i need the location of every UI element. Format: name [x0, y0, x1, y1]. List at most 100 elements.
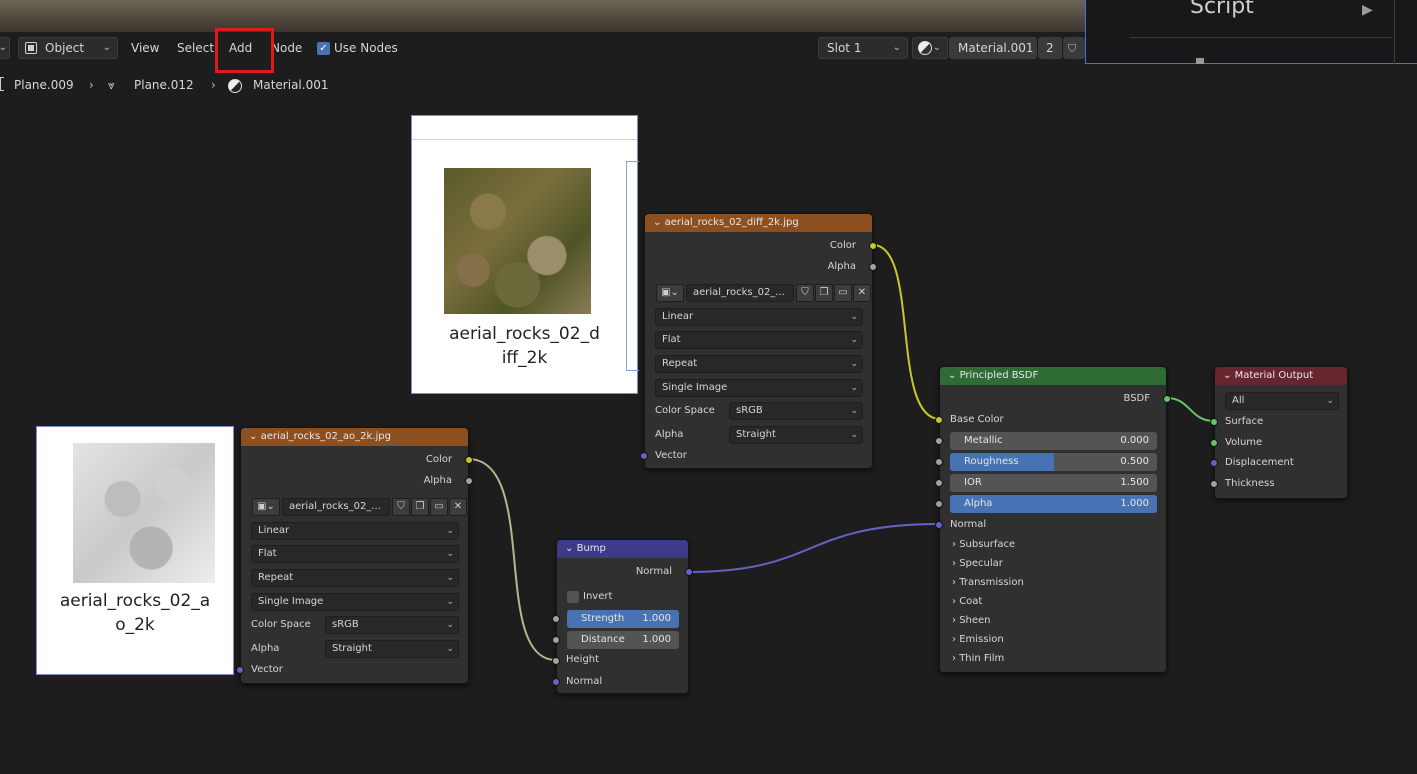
node-header[interactable]: ⌄ Bump	[557, 540, 688, 558]
output-color-socket[interactable]	[465, 456, 473, 464]
panel-coat[interactable]: › Coat	[952, 596, 982, 607]
input-height-socket[interactable]	[552, 657, 560, 665]
duplicate-icon[interactable]: ❐	[815, 284, 833, 302]
extension-dropdown[interactable]: Repeat ⌄	[655, 355, 863, 373]
bump-node[interactable]: ⌄ Bump Normal Invert Strength 1.000 Dist…	[552, 539, 693, 694]
close-icon[interactable]: ✕	[853, 284, 871, 302]
input-alpha-socket[interactable]	[935, 500, 943, 508]
projection-dropdown[interactable]: Flat ⌄	[251, 545, 459, 563]
principled-bsdf-node[interactable]: ⌄ Principled BSDF BSDF Base Color Metall…	[935, 366, 1171, 673]
input-normal-label: Normal	[950, 519, 987, 530]
node-header[interactable]: ⌄ aerial_rocks_02_diff_2k.jpg	[645, 214, 872, 232]
input-roughness-socket[interactable]	[935, 458, 943, 466]
link-ao-color-to-height	[467, 458, 557, 661]
image-name-field[interactable]: aerial_rocks_02_...	[282, 498, 390, 516]
duplicate-icon[interactable]: ❐	[411, 498, 429, 516]
image-browse-button[interactable]: ▣⌄	[252, 498, 280, 516]
alpha-label: Alpha	[964, 498, 993, 509]
input-metallic-socket[interactable]	[935, 437, 943, 445]
chevron-down-icon[interactable]: ⌄	[948, 370, 956, 381]
panel-label: Subsurface	[959, 539, 1016, 550]
target-dropdown[interactable]: All ⌄	[1225, 392, 1339, 410]
input-volume-socket[interactable]	[1210, 439, 1218, 447]
output-alpha-socket[interactable]	[869, 263, 877, 271]
source-dropdown[interactable]: Single Image ⌄	[655, 379, 863, 397]
input-surface-socket[interactable]	[1210, 418, 1218, 426]
input-base-color-socket[interactable]	[935, 416, 943, 424]
node-header[interactable]: ⌄ Principled BSDF	[940, 367, 1166, 385]
chevron-down-icon: ⌄	[850, 359, 858, 369]
strength-slider[interactable]: Strength 1.000	[567, 610, 679, 628]
node-title: aerial_rocks_02_diff_2k.jpg	[664, 217, 799, 228]
material-output-node[interactable]: ⌄ Material Output All ⌄ Surface Volume Di…	[1210, 366, 1348, 499]
input-vector-socket[interactable]	[640, 452, 648, 460]
metallic-label: Metallic	[964, 435, 1003, 446]
shield-icon[interactable]: ⛉	[392, 498, 410, 516]
roughness-value: 0.500	[1120, 456, 1149, 467]
input-normal-socket[interactable]	[935, 521, 943, 529]
chevron-down-icon: ⌄	[446, 597, 454, 607]
panel-emission[interactable]: › Emission	[952, 634, 1004, 645]
color-space-dropdown[interactable]: sRGB ⌄	[325, 616, 459, 634]
image-texture-node-ao[interactable]: ⌄ aerial_rocks_02_ao_2k.jpg Color Alpha …	[236, 427, 473, 684]
alpha-mode-dropdown[interactable]: Straight ⌄	[729, 426, 863, 444]
output-color-socket[interactable]	[869, 242, 877, 250]
node-header[interactable]: ⌄ aerial_rocks_02_ao_2k.jpg	[241, 428, 468, 446]
chevron-down-icon: ⌄	[446, 549, 454, 559]
panel-label: Transmission	[959, 577, 1024, 588]
interpolation-value: Linear	[258, 525, 290, 536]
node-title: aerial_rocks_02_ao_2k.jpg	[260, 431, 391, 442]
alpha-value: 1.000	[1120, 498, 1149, 509]
input-ior-socket[interactable]	[935, 479, 943, 487]
panel-transmission[interactable]: › Transmission	[952, 577, 1024, 588]
alpha-slider[interactable]: Alpha 1.000	[950, 495, 1157, 513]
input-strength-socket[interactable]	[552, 615, 560, 623]
interpolation-dropdown[interactable]: Linear ⌄	[655, 308, 863, 326]
source-value: Single Image	[662, 382, 728, 393]
interpolation-dropdown[interactable]: Linear ⌄	[251, 522, 459, 540]
chevron-down-icon: ⌄	[850, 335, 858, 345]
input-displacement-socket[interactable]	[1210, 459, 1218, 467]
color-space-label: Color Space	[655, 405, 715, 416]
extension-dropdown[interactable]: Repeat ⌄	[251, 569, 459, 587]
image-texture-node-diff[interactable]: ⌄ aerial_rocks_02_diff_2k.jpg Color Alph…	[640, 213, 877, 469]
output-bsdf-socket[interactable]	[1163, 395, 1171, 403]
alpha-mode-dropdown[interactable]: Straight ⌄	[325, 640, 459, 658]
image-browse-button[interactable]: ▣⌄	[656, 284, 684, 302]
distance-slider[interactable]: Distance 1.000	[567, 631, 679, 649]
invert-checkbox[interactable]	[567, 591, 579, 603]
invert-label: Invert	[583, 591, 613, 602]
panel-subsurface[interactable]: › Subsurface	[952, 539, 1015, 550]
input-volume-label: Volume	[1225, 437, 1263, 448]
folder-icon[interactable]: ▭	[834, 284, 852, 302]
strength-label: Strength	[581, 613, 625, 624]
panel-specular[interactable]: › Specular	[952, 558, 1003, 569]
preview-caption-line2: iff_2k	[501, 348, 548, 368]
folder-icon[interactable]: ▭	[430, 498, 448, 516]
input-vector-socket[interactable]	[236, 666, 244, 674]
shield-icon[interactable]: ⛉	[796, 284, 814, 302]
image-name-field[interactable]: aerial_rocks_02_...	[686, 284, 794, 302]
chevron-down-icon[interactable]: ⌄	[653, 217, 661, 228]
chevron-down-icon[interactable]: ⌄	[565, 543, 573, 554]
alpha-label: Alpha	[251, 643, 280, 654]
chevron-down-icon[interactable]: ⌄	[249, 431, 257, 442]
input-normal-socket[interactable]	[552, 678, 560, 686]
close-icon[interactable]: ✕	[449, 498, 467, 516]
input-distance-socket[interactable]	[552, 636, 560, 644]
color-space-dropdown[interactable]: sRGB ⌄	[729, 402, 863, 420]
input-thickness-socket[interactable]	[1210, 480, 1218, 488]
ior-slider[interactable]: IOR 1.500	[950, 474, 1157, 492]
projection-dropdown[interactable]: Flat ⌄	[655, 331, 863, 349]
output-alpha-socket[interactable]	[465, 477, 473, 485]
output-normal-socket[interactable]	[685, 568, 693, 576]
node-header[interactable]: ⌄ Material Output	[1215, 367, 1347, 385]
color-space-label: Color Space	[251, 619, 311, 630]
panel-thin-film[interactable]: › Thin Film	[952, 653, 1004, 664]
distance-value: 1.000	[642, 634, 671, 645]
roughness-slider[interactable]: Roughness 0.500	[950, 453, 1157, 471]
metallic-slider[interactable]: Metallic 0.000	[950, 432, 1157, 450]
source-dropdown[interactable]: Single Image ⌄	[251, 593, 459, 611]
panel-sheen[interactable]: › Sheen	[952, 615, 991, 626]
chevron-down-icon[interactable]: ⌄	[1223, 370, 1231, 381]
